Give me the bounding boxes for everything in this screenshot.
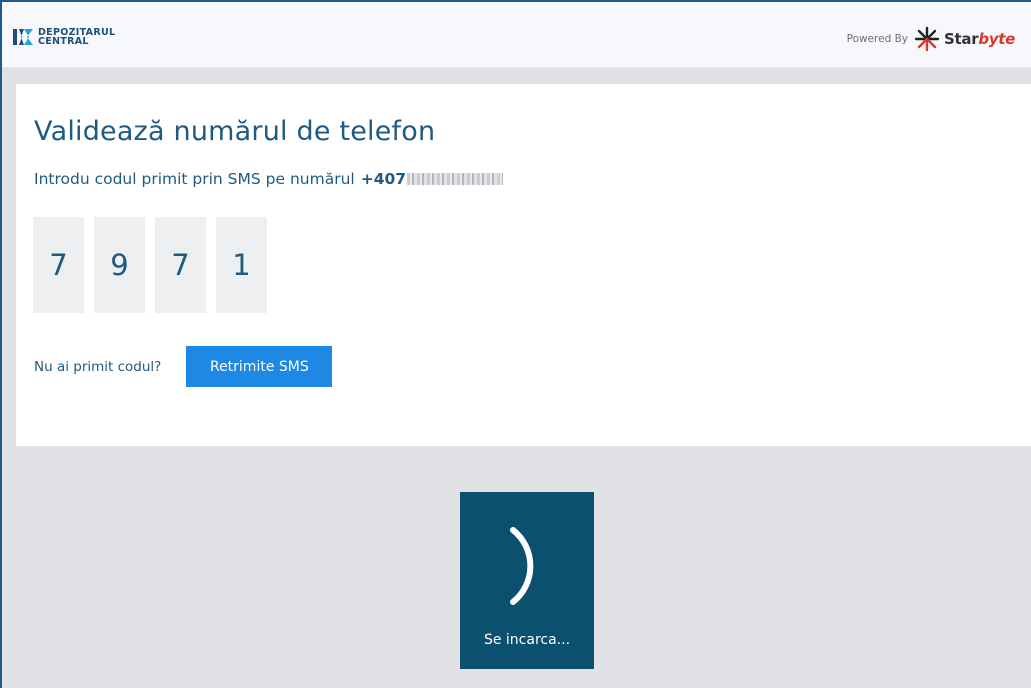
page-title: Validează numărul de telefon bbox=[34, 116, 436, 147]
code-digit-1[interactable]: 7 bbox=[33, 217, 84, 313]
depozitarul-logo[interactable]: DEPOZITARUL CENTRAL bbox=[12, 26, 115, 48]
code-digit-3[interactable]: 7 bbox=[155, 217, 206, 313]
phone-validation-card: Validează numărul de telefon Introdu cod… bbox=[16, 84, 1031, 446]
phone-number: +407 bbox=[360, 170, 407, 188]
starbyte-wordmark: Starbyte bbox=[944, 30, 1015, 48]
sms-code-inputs: 7 9 7 1 bbox=[33, 217, 277, 313]
loading-label: Se incarca... bbox=[483, 632, 571, 648]
subtitle: Introdu codul primit prin SMS pe numărul… bbox=[34, 170, 504, 188]
phone-redacted bbox=[407, 173, 504, 185]
logo-text: DEPOZITARUL CENTRAL bbox=[38, 28, 115, 47]
loading-overlay: Se incarca... bbox=[460, 492, 594, 669]
resend-question: Nu ai primit codul? bbox=[34, 358, 162, 375]
code-digit-2[interactable]: 9 bbox=[94, 217, 145, 313]
powered-by: Powered By Starbyte bbox=[847, 26, 1015, 52]
starbyte-logo-icon bbox=[914, 26, 940, 52]
brand-byte: byte bbox=[978, 30, 1015, 48]
spinner-icon bbox=[510, 527, 534, 605]
app-header: DEPOZITARUL CENTRAL Powered By Starbyte bbox=[0, 0, 1031, 68]
logo-line2: CENTRAL bbox=[38, 36, 89, 47]
depozitarul-logo-icon bbox=[13, 29, 33, 45]
subtitle-text: Introdu codul primit prin SMS pe numărul bbox=[34, 170, 355, 188]
resend-sms-button[interactable]: Retrimite SMS bbox=[186, 346, 333, 387]
brand-star: Star bbox=[944, 30, 979, 48]
powered-by-label: Powered By bbox=[846, 33, 909, 45]
code-digit-4[interactable]: 1 bbox=[216, 217, 267, 313]
resend-row: Nu ai primit codul? Retrimite SMS bbox=[34, 346, 333, 387]
